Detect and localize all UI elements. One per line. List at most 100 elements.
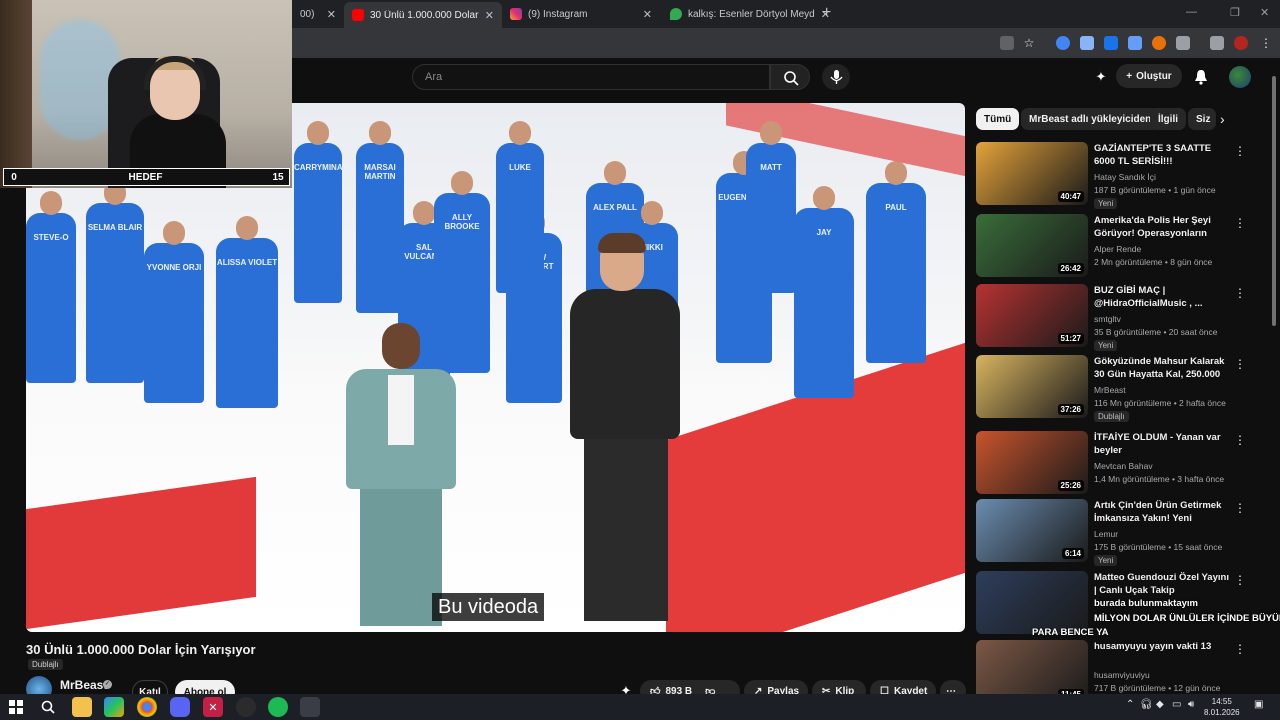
- cast-icon[interactable]: [1000, 36, 1014, 50]
- more-options-icon[interactable]: ⋮: [1234, 433, 1246, 447]
- recommendation-title[interactable]: Matteo Guendouzi Özel Yayını | Canlı Uça…: [1094, 571, 1232, 597]
- profile-avatar[interactable]: [1234, 36, 1248, 50]
- recommendation-channel[interactable]: MrBeast: [1094, 385, 1126, 395]
- search-button[interactable]: [770, 64, 810, 90]
- search-icon[interactable]: [38, 697, 58, 717]
- taskbar-clock[interactable]: 14:55 8.01.2026: [1204, 696, 1240, 718]
- tab-instagram[interactable]: (9) Instagram ✕: [502, 3, 660, 25]
- file-explorer-icon[interactable]: [72, 697, 92, 717]
- menu-icon[interactable]: ⋮: [1260, 36, 1274, 50]
- extension-icon[interactable]: [1056, 36, 1070, 50]
- minimize-icon[interactable]: —: [1186, 6, 1197, 18]
- video-thumbnail[interactable]: 51:27: [976, 284, 1088, 347]
- headphones-icon[interactable]: 🎧︎: [1140, 699, 1153, 710]
- more-options-icon[interactable]: ⋮: [1234, 144, 1246, 158]
- recommendation-item[interactable]: 40:47 GAZİANTEP'TE 3 SAATTE 6000 TL SERİS…: [976, 142, 1266, 209]
- recommendation-title[interactable]: BUZ GİBİ MAÇ | @HidraOfficialMusic , ...: [1094, 284, 1232, 310]
- puzzle-icon[interactable]: [1176, 36, 1190, 50]
- close-tab-icon[interactable]: ✕: [327, 8, 336, 21]
- bookmark-star-icon[interactable]: ☆: [1022, 36, 1036, 50]
- donation-overlay-line: burada bulunmaktayım: [1094, 598, 1198, 609]
- tab-maps[interactable]: kalkış: Esenler Dörtyol Meydanı ✕: [662, 3, 838, 25]
- maximize-icon[interactable]: ❐: [1230, 6, 1240, 19]
- video-thumbnail[interactable]: [976, 571, 1088, 634]
- recommendation-item[interactable]: 6:14 Artık Çin'den Ürün Getirmek İmkansız…: [976, 499, 1266, 566]
- recommendation-meta: 116 Mn görüntüleme • 2 hafta önce: [1094, 398, 1226, 408]
- recommendation-title[interactable]: İTFAİYE OLDUM - Yanan var beyler: [1094, 431, 1232, 457]
- more-options-icon[interactable]: ⋮: [1234, 501, 1246, 515]
- new-tab-icon[interactable]: +: [822, 4, 831, 22]
- contestant: SELMA BLAIR: [86, 181, 144, 383]
- chevron-up-icon[interactable]: ⌃: [1126, 699, 1134, 710]
- tray-app-icon[interactable]: ◆: [1156, 699, 1164, 710]
- tab-previous[interactable]: 00) ✕: [292, 3, 344, 25]
- x-app-icon[interactable]: ✕: [203, 697, 223, 717]
- spotify-icon[interactable]: [268, 697, 288, 717]
- extension-icon[interactable]: [1080, 36, 1094, 50]
- recommendation-title[interactable]: GAZİANTEP'TE 3 SAATTE 6000 TL SERİSİ!!!: [1094, 142, 1232, 168]
- video-thumbnail[interactable]: 26:42: [976, 214, 1088, 277]
- create-button[interactable]: + Oluştur: [1116, 64, 1182, 88]
- copilot-icon[interactable]: [104, 697, 124, 717]
- chip-you[interactable]: Siz: [1188, 108, 1216, 130]
- notifications-bell-icon[interactable]: [1192, 68, 1210, 86]
- tab-title: kalkış: Esenler Dörtyol Meydanı: [688, 8, 815, 20]
- video-thumbnail[interactable]: 6:14: [976, 499, 1088, 562]
- video-thumbnail[interactable]: 40:47: [976, 142, 1088, 205]
- shorts-clip-icon[interactable]: ✦: [1092, 68, 1110, 86]
- scrollbar-thumb[interactable]: [1272, 76, 1276, 326]
- more-options-icon[interactable]: ⋮: [1234, 642, 1246, 656]
- more-options-icon[interactable]: ⋮: [1234, 357, 1246, 371]
- extension-icon[interactable]: [1152, 36, 1166, 50]
- channel-name[interactable]: MrBeast: [60, 678, 107, 692]
- webcam-overlay: [0, 0, 292, 188]
- create-label: Oluştur: [1136, 70, 1172, 82]
- obs-icon[interactable]: [236, 697, 256, 717]
- close-window-icon[interactable]: ✕: [1260, 6, 1269, 19]
- recommendation-item[interactable]: 37:26 Gökyüzünde Mahsur Kalarak 30 Gün Ha…: [976, 355, 1266, 422]
- recommendation-title[interactable]: Gökyüzünde Mahsur Kalarak 30 Gün Hayatta…: [1094, 355, 1232, 381]
- recommendation-item[interactable]: 26:42 Amerika'da Polis Her Şeyi Görüyor! …: [976, 214, 1266, 280]
- scrollbar[interactable]: [1270, 66, 1278, 696]
- recommendation-channel[interactable]: husamviyuviyu: [1094, 670, 1150, 680]
- close-tab-icon[interactable]: ✕: [643, 8, 652, 21]
- jersey-name: CARRYMINATI: [294, 163, 350, 172]
- more-options-icon[interactable]: ⋮: [1234, 216, 1246, 230]
- tab-youtube[interactable]: 30 Ünlü 1.000.000 Dolar İçin Ya ✕: [344, 2, 502, 28]
- notification-center-icon[interactable]: ▣: [1254, 699, 1263, 710]
- account-avatar[interactable]: [1229, 66, 1251, 88]
- recommendation-channel[interactable]: smtgltv: [1094, 314, 1121, 324]
- chrome-active-icon[interactable]: [300, 697, 320, 717]
- voice-search-button[interactable]: [822, 64, 850, 90]
- chip-uploader[interactable]: MrBeast adlı yükleyiciden: [1021, 108, 1160, 130]
- duration-badge: 37:26: [1057, 404, 1084, 415]
- windows-start-icon[interactable]: [6, 697, 26, 717]
- recommendation-item[interactable]: 25:26 İTFAİYE OLDUM - Yanan var beyler Mev…: [976, 431, 1266, 497]
- video-thumbnail[interactable]: 25:26: [976, 431, 1088, 494]
- extension-icon[interactable]: [1104, 36, 1118, 50]
- video-title: 30 Ünlü 1.000.000 Dolar İçin Yarışıyor: [26, 642, 256, 657]
- recommendation-channel[interactable]: Alper Rende: [1094, 244, 1141, 254]
- close-tab-icon[interactable]: ✕: [485, 9, 494, 22]
- recommendation-title[interactable]: husamyuyu yayın vakti 13: [1094, 640, 1232, 653]
- recommendation-title[interactable]: Artık Çin'den Ürün Getirmek İmkansıza Ya…: [1094, 499, 1232, 525]
- more-options-icon[interactable]: ⋮: [1234, 573, 1246, 587]
- recommendation-channel[interactable]: Hatay Sandık İçi: [1094, 172, 1156, 182]
- extension-icon[interactable]: [1128, 36, 1142, 50]
- more-options-icon[interactable]: ⋮: [1234, 286, 1246, 300]
- search-input[interactable]: Ara: [412, 64, 770, 90]
- network-icon[interactable]: ▭: [1172, 699, 1181, 710]
- recommendation-title[interactable]: Amerika'da Polis Her Şeyi Görüyor! Opera…: [1094, 214, 1232, 240]
- discord-icon[interactable]: [170, 697, 190, 717]
- chevron-right-icon[interactable]: ›: [1220, 111, 1225, 127]
- chip-related[interactable]: İlgili: [1150, 108, 1186, 130]
- reading-list-icon[interactable]: [1210, 36, 1224, 50]
- chip-all[interactable]: Tümü: [976, 108, 1020, 130]
- bookshelf: [0, 0, 32, 188]
- recommendation-channel[interactable]: Mevtcan Bahav: [1094, 461, 1153, 471]
- recommendation-item[interactable]: 51:27 BUZ GİBİ MAÇ | @HidraOfficialMusic …: [976, 284, 1266, 351]
- chrome-icon[interactable]: [137, 697, 157, 717]
- volume-icon[interactable]: 🔊︎: [1188, 699, 1194, 710]
- video-thumbnail[interactable]: 37:26: [976, 355, 1088, 418]
- recommendation-channel[interactable]: Lemur: [1094, 529, 1118, 539]
